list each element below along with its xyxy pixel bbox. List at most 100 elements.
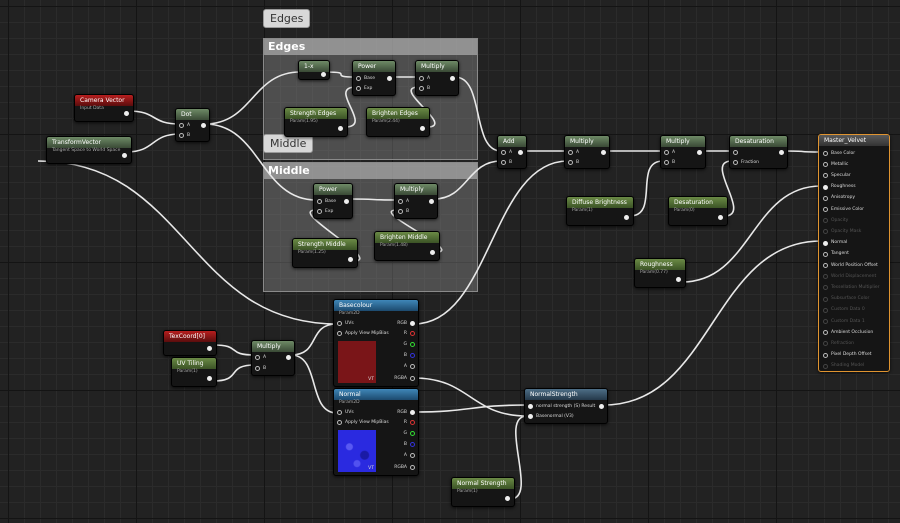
output-pin-a[interactable] (410, 453, 415, 458)
master-input-pin[interactable] (823, 162, 828, 168)
master-input-pin[interactable] (823, 274, 828, 280)
wire[interactable] (127, 110, 181, 125)
node-multiply-2[interactable]: Multiply A B (660, 135, 706, 169)
wire[interactable] (290, 323, 338, 356)
node-basecolour-texture[interactable]: Basecolour Param2D UVs Apply View MipBia… (333, 299, 419, 387)
output-pin-r[interactable] (410, 331, 415, 336)
wire[interactable] (212, 364, 256, 382)
output-pin[interactable] (676, 277, 681, 282)
input-pin-a[interactable] (568, 150, 573, 155)
output-pin-rgb[interactable] (410, 321, 415, 326)
master-input-pin[interactable] (823, 319, 828, 324)
node-one-minus[interactable]: 1-x (298, 60, 330, 80)
output-pin[interactable] (387, 76, 392, 81)
output-pin-b[interactable] (410, 353, 415, 358)
master-input-pin[interactable] (823, 173, 828, 179)
output-pin[interactable] (344, 199, 349, 204)
output-pin-b[interactable] (410, 442, 415, 447)
output-pin[interactable] (697, 150, 702, 155)
master-input-pin[interactable] (823, 352, 828, 358)
input-pin-a[interactable] (664, 150, 669, 155)
node-normal-strength-function[interactable]: NormalStrength normal strength (S) Resul… (524, 388, 608, 424)
wire[interactable] (783, 150, 822, 153)
master-input-pin[interactable] (823, 251, 828, 257)
node-strength-edges[interactable]: Strength Edges Param(1.95) (284, 107, 348, 137)
input-pin-a[interactable] (255, 355, 260, 360)
output-pin[interactable] (286, 355, 291, 360)
input-pin-b[interactable] (179, 133, 184, 138)
output-pin-a[interactable] (410, 364, 415, 369)
input-pin-base[interactable] (356, 76, 361, 81)
master-input-pin[interactable] (823, 341, 828, 347)
output-pin-rgba[interactable] (410, 376, 415, 381)
output-pin-rgba[interactable] (410, 465, 415, 470)
node-transform-vector[interactable]: TransformVector Tangent Space to World S… (46, 136, 132, 164)
wire[interactable] (413, 404, 528, 413)
input-pin-b[interactable] (419, 86, 424, 91)
node-multiply-edges[interactable]: Multiply A B (415, 60, 459, 96)
output-pin[interactable] (718, 215, 723, 220)
node-strength-middle[interactable]: Strength Middle Param(1.25) (292, 238, 358, 268)
wire[interactable] (290, 354, 338, 414)
output-pin[interactable] (124, 111, 129, 116)
output-pin[interactable] (779, 150, 784, 155)
input-pin-a[interactable] (398, 199, 403, 204)
output-pin[interactable] (321, 72, 326, 77)
node-multiply-middle[interactable]: Multiply A B (394, 183, 438, 219)
comment-box-middle[interactable]: Middle (263, 162, 478, 292)
master-input-pin[interactable] (823, 296, 828, 302)
output-pin[interactable] (599, 404, 604, 409)
wire[interactable] (125, 133, 181, 153)
node-normal-texture[interactable]: Normal Param2D UVs Apply View MipBias VT… (333, 388, 419, 476)
input-pin-b[interactable] (664, 160, 669, 165)
node-add[interactable]: Add A B (497, 135, 527, 169)
output-pin[interactable] (518, 150, 523, 155)
output-pin[interactable] (338, 126, 343, 131)
wire[interactable] (413, 377, 528, 417)
input-pin-b[interactable] (255, 366, 260, 371)
master-input-pin[interactable] (823, 195, 828, 201)
node-master-material[interactable]: Master_Velvet Base Color Metallic Specular… (818, 134, 890, 372)
node-roughness[interactable]: Roughness Param(0.77) (634, 258, 686, 288)
wire[interactable] (629, 160, 664, 217)
node-brighten-edges[interactable]: Brighten Edges Param(2.44) (366, 107, 430, 137)
wire[interactable] (212, 344, 256, 356)
master-input-pin[interactable] (823, 330, 828, 336)
master-input-pin[interactable] (823, 218, 828, 224)
input-pin-a[interactable] (179, 123, 184, 128)
input-pin-uvs[interactable] (337, 321, 342, 326)
node-diffuse-brightness[interactable]: Diffuse Brightness Param(1) (566, 196, 634, 226)
input-pin-fraction[interactable] (733, 160, 738, 165)
output-pin[interactable] (624, 215, 629, 220)
input-pin-base[interactable] (317, 199, 322, 204)
output-pin[interactable] (122, 153, 127, 158)
input-pin-exp[interactable] (317, 209, 322, 214)
master-input-pin[interactable] (823, 207, 828, 212)
master-input-pin[interactable] (823, 263, 828, 268)
master-input-pin[interactable] (823, 307, 828, 313)
node-dot[interactable]: Dot A B (175, 108, 210, 142)
master-input-pin[interactable] (823, 240, 828, 246)
node-uv-tiling[interactable]: UV Tiling Param(1) (171, 357, 217, 387)
output-pin[interactable] (201, 123, 206, 128)
material-graph-canvas[interactable]: Edges Edges Middle Middle Camera Vector … (0, 0, 900, 523)
node-power-middle[interactable]: Power Base Exp (313, 183, 353, 219)
master-input-pin[interactable] (823, 363, 828, 369)
node-multiply-1[interactable]: Multiply A B (564, 135, 610, 169)
master-input-pin[interactable] (823, 151, 828, 156)
output-pin-g[interactable] (410, 342, 415, 347)
node-power-edges[interactable]: Power Base Exp (352, 60, 396, 96)
master-input-pin[interactable] (823, 184, 828, 190)
input-pin-color[interactable] (733, 150, 738, 155)
output-pin[interactable] (505, 496, 510, 501)
output-pin-r[interactable] (410, 420, 415, 425)
master-input-pin[interactable] (823, 229, 828, 235)
output-pin[interactable] (430, 250, 435, 255)
node-desaturation[interactable]: Desaturation Fraction (729, 135, 788, 169)
input-pin-apply-mip[interactable] (337, 331, 342, 336)
node-normal-strength-param[interactable]: Normal Strength Param(1) (451, 477, 515, 507)
output-pin[interactable] (207, 376, 212, 381)
node-multiply-uv[interactable]: Multiply A B (251, 340, 295, 376)
output-pin[interactable] (348, 257, 353, 262)
node-desaturation-param[interactable]: Desaturation Param(0) (668, 196, 728, 226)
